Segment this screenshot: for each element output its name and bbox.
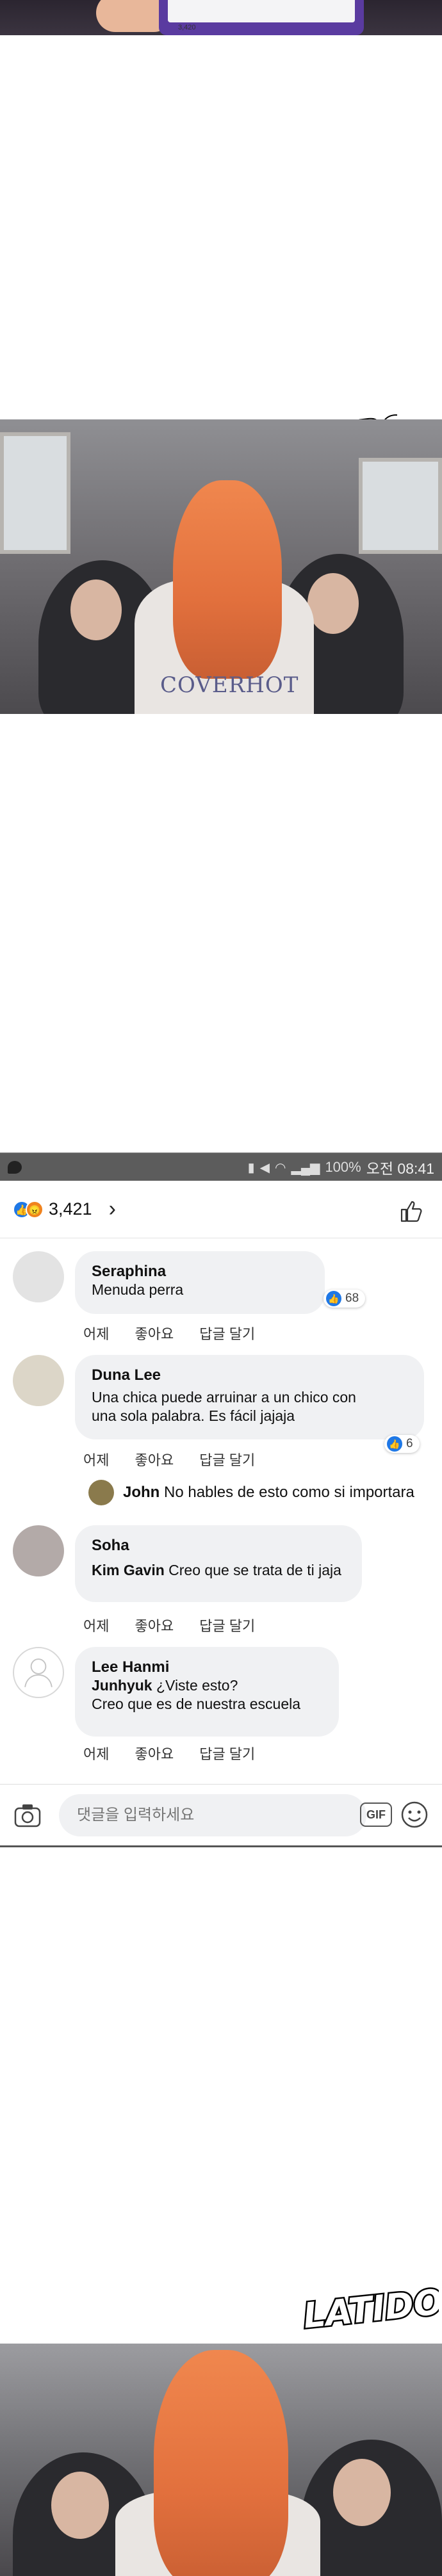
avatar (88, 1480, 114, 1505)
avatar[interactable] (13, 1251, 64, 1302)
default-profile-icon (24, 1658, 53, 1687)
reply-text: John No hables de esto como si importara (123, 1484, 414, 1502)
comment-input[interactable] (59, 1794, 366, 1836)
jacket-print: COVERHOT (160, 672, 299, 698)
comment-author[interactable]: Seraphina (92, 1263, 308, 1281)
student-left-face (51, 2472, 109, 2539)
comment-actions: 어제 좋아요 답글 달기 (83, 1449, 255, 1470)
student-right-face (333, 2459, 391, 2526)
camera-icon[interactable] (12, 1799, 44, 1831)
mini-reaction-count: 3,420 (178, 24, 196, 31)
comment-text-line-2: Creo que es de nuestra escuela (92, 1696, 301, 1712)
emoji-icon[interactable] (400, 1800, 429, 1829)
like-link[interactable]: 좋아요 (135, 1449, 174, 1470)
comic-panel-hallway: COVERHOT (0, 419, 442, 714)
comment-mention[interactable]: Junhyuk (92, 1677, 152, 1694)
messenger-notification-icon (8, 1161, 22, 1174)
comment-author[interactable]: Lee Hanmi (92, 1658, 322, 1676)
comment-text: Menuda perra (92, 1281, 184, 1298)
like-link[interactable]: 좋아요 (135, 1615, 174, 1635)
reply-link[interactable]: 답글 달기 (199, 1323, 255, 1343)
student-right-face (307, 573, 359, 634)
reply-link[interactable]: 답글 달기 (199, 1449, 255, 1470)
comment-bubble: Lee Hanmi Junhyuk ¿Viste esto? Creo que … (75, 1647, 339, 1737)
top-panel-crop: 3,420 (0, 0, 442, 35)
comment-actions: 어제 좋아요 답글 달기 (83, 1615, 255, 1635)
phone-illustration-screen (168, 0, 355, 22)
thumbs-up-icon[interactable] (398, 1199, 424, 1224)
comment-author[interactable]: Soha (92, 1537, 345, 1555)
window-left (0, 432, 70, 554)
mute-icon: ◀︎ (259, 1160, 270, 1175)
wifi-icon: ◠ (275, 1160, 286, 1175)
gif-button[interactable]: GIF (360, 1802, 392, 1827)
facebook-comments-screen: ▮ ◀︎ ◠ ▂▄▆ 100% 오전 08:41 👍 😠 3,421 › Ser… (0, 1153, 442, 1847)
comment-bubble: Duna Lee Una chica puede arruinar a un c… (75, 1355, 424, 1439)
comment-reply-preview[interactable]: John No hables de esto como si importara (88, 1480, 414, 1505)
angry-icon: 😠 (26, 1200, 44, 1219)
comment-text-line-2: una sola palabra. Es fácil jajaja (92, 1407, 295, 1424)
comment-author[interactable]: Duna Lee (92, 1366, 407, 1384)
status-icons: ▮ ◀︎ ◠ ▂▄▆ 100% 오전 08:41 (248, 1156, 434, 1178)
comment-text-line-1: Una chica puede arruinar a un chico con (92, 1389, 356, 1405)
avatar[interactable] (13, 1525, 64, 1576)
like-icon: 👍 (387, 1436, 402, 1452)
comment-text-line-1: Junhyuk ¿Viste esto? (92, 1676, 322, 1695)
reaction-icons: 👍 😠 (13, 1200, 45, 1219)
reply-link[interactable]: 답글 달기 (199, 1743, 255, 1763)
reply-body: No hables de esto como si importara (164, 1484, 414, 1501)
comment-time: 어제 (83, 1746, 110, 1762)
reply-author: John (123, 1484, 160, 1501)
reaction-summary-bar[interactable]: 👍 😠 3,421 › (0, 1181, 442, 1238)
avatar[interactable] (13, 1647, 64, 1698)
comment-like-count: 6 (406, 1437, 413, 1450)
comment-bubble: Soha Kim Gavin Creo que se trata de ti j… (75, 1525, 362, 1602)
window-right (359, 458, 442, 554)
comment-like-badge[interactable]: 👍 6 (384, 1435, 420, 1453)
comment-like-badge[interactable]: 👍 68 (323, 1290, 366, 1308)
like-link[interactable]: 좋아요 (135, 1323, 174, 1343)
chevron-right-icon[interactable]: › (109, 1197, 116, 1222)
webtoon-page: 3,420 LATIDO COVERHOT ▮ ◀︎ ◠ ▂▄▆ 100% (0, 0, 442, 2576)
battery-saver-icon: ▮ (247, 1160, 255, 1175)
sfx-latido-2: LATIDO (300, 2280, 439, 2338)
comment-actions: 어제 좋아요 답글 달기 (83, 1743, 255, 1763)
status-bar: ▮ ◀︎ ◠ ▂▄▆ 100% 오전 08:41 (0, 1154, 442, 1181)
comment-time: 어제 (83, 1326, 110, 1342)
girl-orange-hair (173, 480, 282, 679)
comment-time: 어제 (83, 1452, 110, 1468)
comment-bubble: Seraphina Menuda perra (75, 1251, 325, 1314)
comment-body: Creo que se trata de ti jaja (168, 1562, 341, 1578)
avatar[interactable] (13, 1355, 64, 1406)
status-time: 오전 08:41 (366, 1160, 434, 1177)
comment-like-count: 68 (345, 1292, 359, 1305)
like-link[interactable]: 좋아요 (135, 1743, 174, 1763)
sfx-latido-2-text: LATIDO (301, 2281, 439, 2337)
comment-composer: GIF (0, 1784, 442, 1845)
comment-text: Kim Gavin Creo que se trata de ti jaja (92, 1561, 345, 1580)
comment-actions: 어제 좋아요 답글 달기 (83, 1323, 255, 1343)
battery-percent: 100% (325, 1159, 361, 1175)
girl-orange-hair (154, 2350, 288, 2576)
reaction-count: 3,421 (49, 1199, 92, 1219)
comic-panel-hallway-closeup (0, 2344, 442, 2576)
reply-link[interactable]: 답글 달기 (199, 1615, 255, 1635)
signal-icon: ▂▄▆ (291, 1160, 320, 1175)
like-icon: 👍 (326, 1291, 341, 1306)
student-left-face (70, 579, 122, 640)
comment-body: ¿Viste esto? (156, 1677, 238, 1694)
comment-time: 어제 (83, 1618, 110, 1634)
comment-mention[interactable]: Kim Gavin (92, 1562, 165, 1578)
phone-illustration: 3,420 (159, 0, 364, 35)
